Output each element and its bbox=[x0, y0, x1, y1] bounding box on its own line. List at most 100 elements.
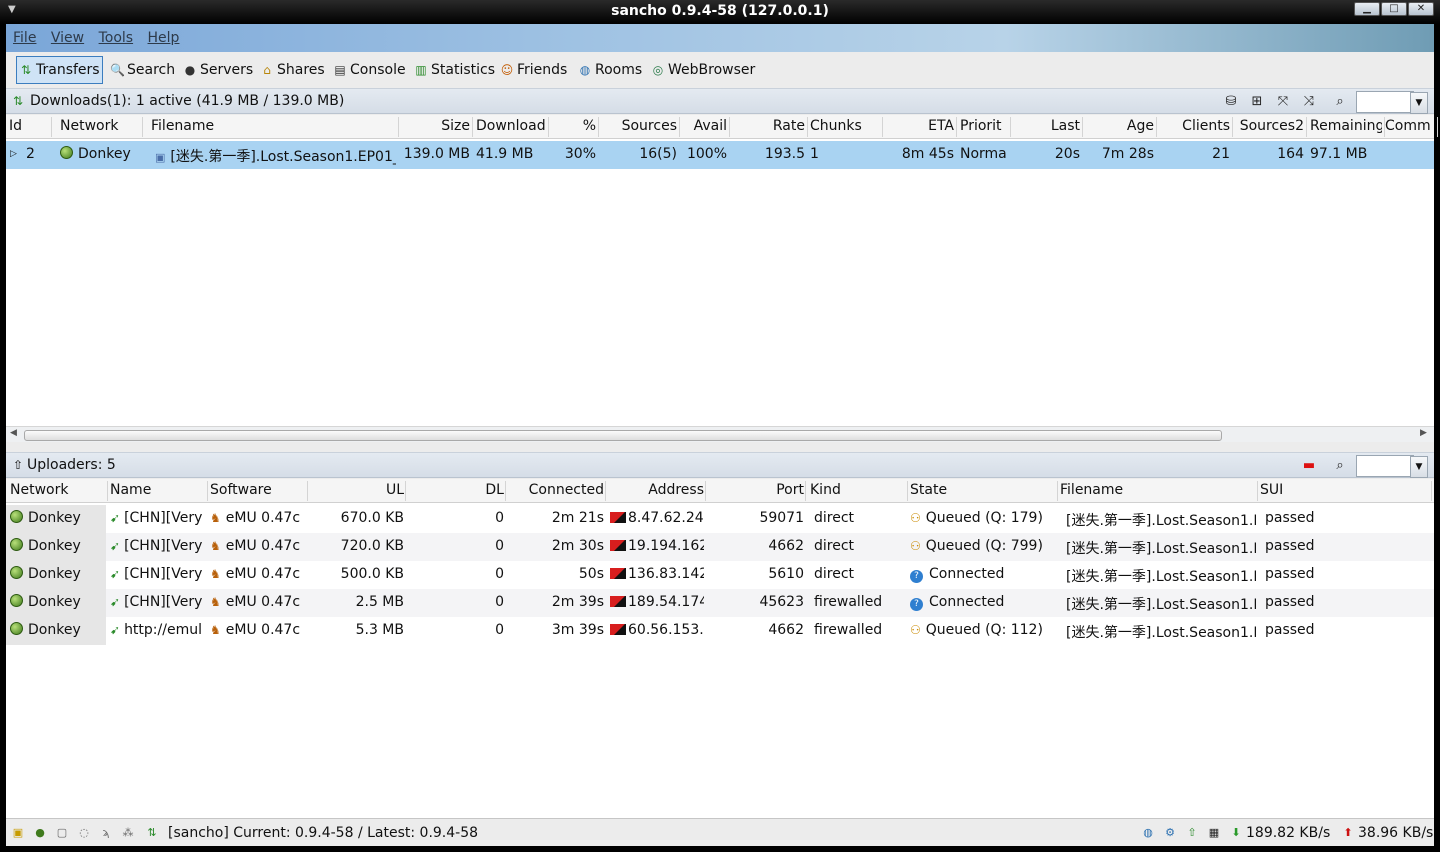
toolbar-transfers-button[interactable]: ⇅ Transfers bbox=[16, 56, 103, 84]
column-separator[interactable] bbox=[1437, 117, 1438, 137]
downloads-column-remaining[interactable]: Remaining bbox=[1310, 118, 1382, 134]
column-separator[interactable] bbox=[142, 117, 143, 137]
find-icon[interactable]: ⌕ bbox=[1329, 92, 1351, 112]
column-separator[interactable] bbox=[907, 481, 908, 501]
downloads-column-filename[interactable]: Filename bbox=[151, 118, 396, 134]
minimize-button[interactable]: ▁ bbox=[1354, 2, 1380, 16]
column-separator[interactable] bbox=[805, 481, 806, 501]
collapse-icon[interactable]: ⤧ bbox=[1272, 92, 1294, 112]
column-separator[interactable] bbox=[505, 481, 506, 501]
downloads-column-network[interactable]: Network bbox=[60, 118, 140, 134]
downloads-column-id[interactable]: Id bbox=[9, 118, 49, 134]
uploaders-column-state[interactable]: State bbox=[910, 482, 1056, 498]
column-separator[interactable] bbox=[548, 117, 549, 137]
remove-icon[interactable]: ▬ bbox=[1298, 456, 1320, 476]
column-separator[interactable] bbox=[1057, 481, 1058, 501]
column-separator[interactable] bbox=[307, 481, 308, 501]
close-button[interactable]: ✕ bbox=[1408, 2, 1434, 16]
column-separator[interactable] bbox=[605, 481, 606, 501]
donkey-network-icon[interactable]: ● bbox=[32, 825, 48, 841]
network-status-icon[interactable]: ◍ bbox=[1140, 825, 1156, 841]
downloads-column-eta[interactable]: ETA bbox=[886, 118, 954, 134]
uploaders-column-filename[interactable]: Filename bbox=[1060, 482, 1256, 498]
downloads-column-age[interactable]: Age bbox=[1086, 118, 1154, 134]
column-separator[interactable] bbox=[398, 117, 399, 137]
upload-slots-icon[interactable]: ⇧ bbox=[1184, 825, 1200, 841]
toolbar-friends-button[interactable]: ☺ Friends bbox=[498, 56, 569, 84]
uploader-row[interactable]: Donkey ➹ [CHN][Very ♞ eMU 0.47c 720.0 KB 0 2m 3… bbox=[6, 533, 1434, 561]
column-separator[interactable] bbox=[807, 117, 808, 137]
bittorrent-network-icon[interactable]: ⁂ bbox=[120, 825, 136, 841]
downloads-column-rate[interactable]: Rate bbox=[733, 118, 805, 134]
column-separator[interactable] bbox=[1082, 117, 1083, 137]
menu-view[interactable]: View bbox=[51, 30, 84, 46]
column-separator[interactable] bbox=[405, 481, 406, 501]
uploaders-column-port[interactable]: Port bbox=[710, 482, 804, 498]
column-separator[interactable] bbox=[729, 117, 730, 137]
scroll-right-arrow-icon[interactable]: ▶ bbox=[1420, 428, 1427, 438]
column-separator[interactable] bbox=[107, 481, 108, 501]
uploaders-column-name[interactable]: Name bbox=[110, 482, 206, 498]
column-separator[interactable] bbox=[207, 481, 208, 501]
column-separator[interactable] bbox=[1156, 117, 1157, 137]
uploaders-column-kind[interactable]: Kind bbox=[810, 482, 906, 498]
expand-icon[interactable]: ⤨ bbox=[1298, 92, 1320, 112]
downloads-column-sources2[interactable]: Sources2 bbox=[1236, 118, 1304, 134]
uploaders-filter-input[interactable] bbox=[1356, 455, 1414, 477]
downloads-column-clients[interactable]: Clients bbox=[1160, 118, 1230, 134]
downloads-horizontal-scrollbar[interactable]: ◀ ▶ bbox=[6, 426, 1434, 442]
uploaders-column-sui[interactable]: SUI bbox=[1260, 482, 1430, 498]
column-separator[interactable] bbox=[705, 481, 706, 501]
downloads-filter-dropdown[interactable]: ▼ bbox=[1410, 92, 1428, 114]
menu-help[interactable]: Help bbox=[148, 30, 180, 46]
menu-file[interactable]: File bbox=[13, 30, 36, 46]
download-row[interactable]: ▷ 2 Donkey ▣ [迷失.第一季].Lost.Season1.EP01_ 139.… bbox=[6, 141, 1434, 169]
uploaders-filter-dropdown[interactable]: ▼ bbox=[1410, 456, 1428, 478]
downloads-filter-input[interactable] bbox=[1356, 91, 1414, 113]
disk-icon[interactable]: ⛁ bbox=[1220, 92, 1242, 112]
downloads-column-avail[interactable]: Avail bbox=[683, 118, 727, 134]
column-separator[interactable] bbox=[598, 117, 599, 137]
gnutella-network-icon[interactable]: ϡ bbox=[98, 825, 114, 841]
downloads-column-sources[interactable]: Sources bbox=[602, 118, 677, 134]
title-bar[interactable]: ▼ sancho 0.9.4-58 (127.0.0.1) ▁ □ ✕ bbox=[0, 0, 1440, 24]
toolbar-shares-button[interactable]: ⌂ Shares bbox=[258, 56, 327, 84]
downloads-column-priorit[interactable]: Priorit bbox=[960, 118, 1008, 134]
downloads-column-size[interactable]: Size bbox=[402, 118, 470, 134]
uploaders-column-software[interactable]: Software bbox=[210, 482, 306, 498]
uploader-row[interactable]: Donkey ➹ [CHN][Very ♞ eMU 0.47c 2.5 MB 0 2m 39s… bbox=[6, 589, 1434, 617]
connections-icon[interactable]: ⚙ bbox=[1162, 825, 1178, 841]
toolbar-console-button[interactable]: ▤ Console bbox=[331, 56, 408, 84]
scrollbar-thumb[interactable] bbox=[24, 430, 1222, 441]
column-separator[interactable] bbox=[1257, 481, 1258, 501]
uploaders-column-ul[interactable]: UL bbox=[310, 482, 404, 498]
downloads-column-download[interactable]: Download bbox=[476, 118, 546, 134]
uploaders-column-network[interactable]: Network bbox=[10, 482, 106, 498]
bandwidth-icon[interactable]: ▦ bbox=[1206, 825, 1222, 841]
uploader-row[interactable]: Donkey ➹ [CHN][Very ♞ eMU 0.47c 500.0 KB 0 50s 1… bbox=[6, 561, 1434, 589]
column-separator[interactable] bbox=[1306, 117, 1307, 137]
uploaders-column-address[interactable]: Address bbox=[610, 482, 704, 498]
overnet-network-icon[interactable]: ◌ bbox=[76, 825, 92, 841]
column-separator[interactable] bbox=[882, 117, 883, 137]
columns-icon[interactable]: ⊞ bbox=[1246, 92, 1268, 112]
column-separator[interactable] bbox=[1232, 117, 1233, 137]
maximize-button[interactable]: □ bbox=[1381, 2, 1407, 16]
toolbar-web-browser-button[interactable]: ◎ WebBrowser bbox=[649, 56, 757, 84]
downloads-column-comm[interactable]: Comm bbox=[1385, 118, 1435, 134]
scroll-left-arrow-icon[interactable]: ◀ bbox=[10, 428, 17, 438]
uploaders-find-icon[interactable]: ⌕ bbox=[1329, 456, 1351, 476]
kad-network-icon[interactable]: ▢ bbox=[54, 825, 70, 841]
column-separator[interactable] bbox=[51, 117, 52, 137]
uploaders-column-connected[interactable]: Connected bbox=[510, 482, 604, 498]
toolbar-search-button[interactable]: 🔍 Search bbox=[108, 56, 177, 84]
core-icon[interactable]: ▣ bbox=[10, 825, 26, 841]
column-separator[interactable] bbox=[679, 117, 680, 137]
column-separator[interactable] bbox=[1010, 117, 1011, 137]
toolbar-servers-button[interactable]: ● Servers bbox=[181, 56, 255, 84]
menu-tools[interactable]: Tools bbox=[99, 30, 134, 46]
downloads-column-last[interactable]: Last bbox=[1014, 118, 1080, 134]
uploaders-column-dl[interactable]: DL bbox=[410, 482, 504, 498]
toolbar-statistics-button[interactable]: ▥ Statistics bbox=[412, 56, 497, 84]
uploader-row[interactable]: Donkey ➹ [CHN][Very ♞ eMU 0.47c 670.0 KB 0 2m 2… bbox=[6, 505, 1434, 533]
